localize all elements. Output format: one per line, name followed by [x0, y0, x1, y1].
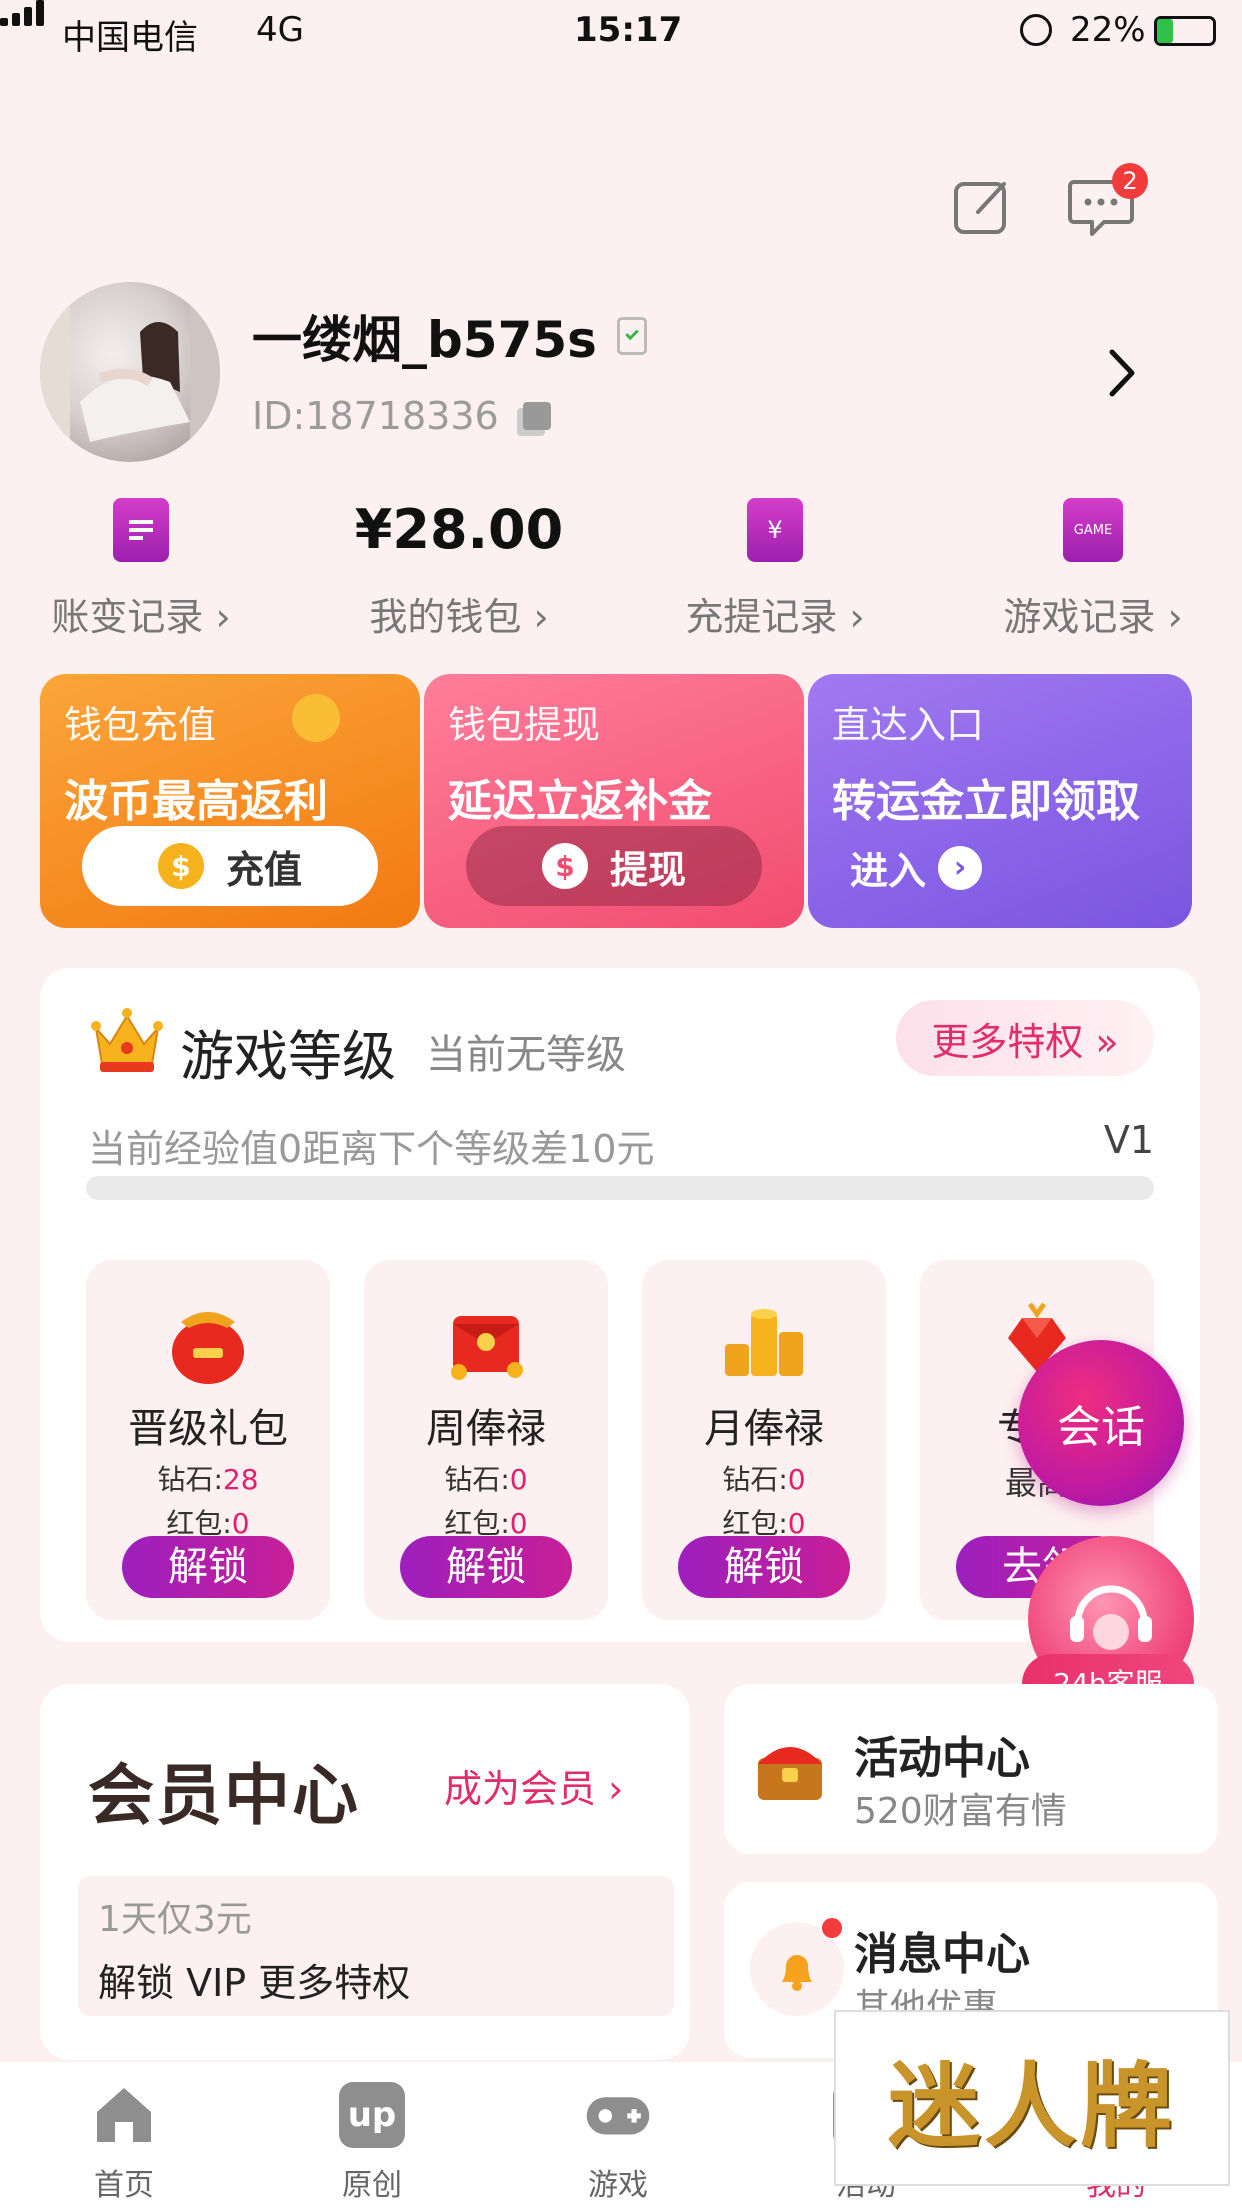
next-level: V1	[1103, 1118, 1154, 1162]
red-envelope-icon	[451, 1316, 523, 1380]
exp-text: 当前经验值0距离下个等级差10元	[88, 1127, 655, 1171]
become-member-link[interactable]: 成为会员 ›	[444, 1758, 623, 1813]
wallet-balance: ¥28.00	[354, 498, 564, 561]
my-wallet[interactable]: ¥28.00 我的钱包 ›	[344, 498, 574, 641]
withdraw-card[interactable]: 钱包提现 延迟立返补金 $ 提现	[424, 674, 804, 928]
withdraw-subtitle: 延迟立返补金	[448, 776, 712, 827]
member-promo: 1天仅3元 解锁 VIP 更多特权	[78, 1876, 674, 2016]
member-center-title: 会员中心	[88, 1757, 360, 1834]
arrow-right-icon: ›	[938, 845, 983, 890]
edit-icon[interactable]	[952, 178, 1012, 238]
watermark-logo: 迷人牌	[834, 2010, 1230, 2186]
my-wallet-label: 我的钱包 ›	[369, 595, 549, 639]
recharge-title: 钱包充值	[64, 703, 217, 747]
perk-card-monthly[interactable]: 月俸禄 钻石:0 红包:0 解锁	[642, 1260, 886, 1620]
tab-home[interactable]: 首页	[44, 2082, 204, 2204]
enter-button[interactable]: 进入 ›	[850, 840, 983, 895]
username-row: 一缕烟_b575s	[252, 300, 647, 372]
carrier: 中国电信	[62, 18, 198, 58]
recharge-card[interactable]: 钱包充值 波币最高返利 $ 充值	[40, 674, 420, 928]
perk-name: 晋级礼包	[128, 1406, 288, 1452]
more-privileges-button[interactable]: 更多特权 »	[896, 1000, 1154, 1076]
perk-card-weekly[interactable]: 周俸禄 钻石:0 红包:0 解锁	[364, 1260, 608, 1620]
recharge-button[interactable]: $ 充值	[82, 826, 378, 906]
up-icon: up	[339, 2082, 405, 2148]
level-title: 游戏等级	[180, 1025, 396, 1088]
coin-icon: $	[541, 843, 588, 889]
avatar[interactable]	[40, 282, 220, 462]
unlock-button[interactable]: 解锁	[122, 1536, 294, 1598]
status-bar: 中国电信 4G 15:17 22%	[0, 0, 1242, 62]
level-progress-bar	[86, 1176, 1154, 1200]
perk-diamond: 钻石:0	[722, 1463, 806, 1496]
withdraw-title: 钱包提现	[448, 703, 601, 747]
game-record-label: 游戏记录 ›	[1003, 595, 1183, 639]
activity-center-title: 活动中心	[854, 1733, 1030, 1784]
member-center-card[interactable]: 会员中心 成为会员 › 1天仅3元 解锁 VIP 更多特权	[40, 1684, 690, 2060]
unlock-button[interactable]: 解锁	[678, 1536, 850, 1598]
unlock-button[interactable]: 解锁	[400, 1536, 572, 1598]
recharge-subtitle: 波币最高返利	[64, 776, 328, 827]
withdraw-button-label: 提现	[609, 847, 686, 892]
perk-diamond: 钻石:28	[157, 1463, 259, 1496]
unread-dot	[822, 1918, 842, 1938]
direct-title: 直达入口	[832, 703, 985, 747]
gamepad-icon	[585, 2082, 651, 2148]
activity-center-card[interactable]: 活动中心 520财富有情	[724, 1684, 1218, 1854]
game-icon: GAME	[1063, 498, 1123, 562]
crown-icon	[91, 1008, 163, 1072]
chevron-right-icon[interactable]	[1104, 346, 1140, 400]
treasure-chest-icon	[758, 1747, 822, 1800]
tab-home-label: 首页	[94, 2168, 154, 2203]
deposit-withdraw-label: 充提记录 ›	[685, 595, 865, 639]
username: 一缕烟_b575s	[252, 311, 597, 369]
gold-coin-decoration	[292, 694, 340, 742]
direct-subtitle: 转运金立即领取	[832, 776, 1140, 827]
member-price: 1天仅3元	[98, 1899, 252, 1940]
user-id-row: ID:18718336	[252, 394, 551, 438]
message-center-title: 消息中心	[854, 1929, 1030, 1980]
perk-card-upgrade-gift[interactable]: 晋级礼包 钻石:28 红包:0 解锁	[86, 1260, 330, 1620]
ledger-record-label: 账变记录 ›	[51, 595, 231, 639]
tab-games-label: 游戏	[588, 2168, 648, 2203]
tab-original-label: 原创	[342, 2168, 402, 2203]
direct-entry-card[interactable]: 直达入口 转运金立即领取 进入 ›	[808, 674, 1192, 928]
chat-float-button[interactable]: 会话	[1018, 1340, 1184, 1506]
game-record[interactable]: GAME 游戏记录 ›	[978, 498, 1208, 641]
message-badge: 2	[1112, 163, 1148, 199]
home-icon	[91, 2082, 157, 2148]
battery-icon	[1154, 16, 1216, 46]
member-benefit: 解锁 VIP 更多特权	[98, 1961, 411, 2005]
level-subtitle: 当前无等级	[426, 1032, 626, 1078]
clock: 15:17	[574, 10, 683, 50]
perk-name: 周俸禄	[426, 1406, 546, 1452]
user-id: ID:18718336	[252, 394, 499, 438]
perk-diamond: 钻石:0	[444, 1463, 528, 1496]
watermark-text: 迷人牌	[887, 2051, 1176, 2160]
copy-icon[interactable]	[522, 402, 551, 430]
battery-percent: 22%	[1070, 10, 1146, 50]
perk-name: 月俸禄	[704, 1406, 824, 1452]
deposit-withdraw-record[interactable]: ¥ 充提记录 ›	[660, 498, 890, 641]
withdraw-button[interactable]: $ 提现	[466, 826, 762, 906]
yen-icon: ¥	[747, 498, 803, 562]
gold-coins-icon	[725, 1309, 803, 1376]
enter-button-label: 进入	[850, 849, 927, 893]
rotation-lock-icon	[1020, 14, 1052, 46]
tab-original[interactable]: up 原创	[292, 2082, 452, 2204]
verified-phone-icon	[616, 317, 647, 355]
activity-center-subtitle: 520财富有情	[854, 1791, 1067, 1832]
coin-icon: $	[157, 843, 204, 889]
gift-bag-icon	[172, 1312, 244, 1384]
network: 4G	[256, 10, 304, 50]
recharge-button-label: 充值	[225, 847, 302, 892]
ledger-icon	[113, 498, 169, 562]
tab-games[interactable]: 游戏	[538, 2082, 698, 2204]
ledger-record[interactable]: 账变记录 ›	[26, 498, 256, 641]
